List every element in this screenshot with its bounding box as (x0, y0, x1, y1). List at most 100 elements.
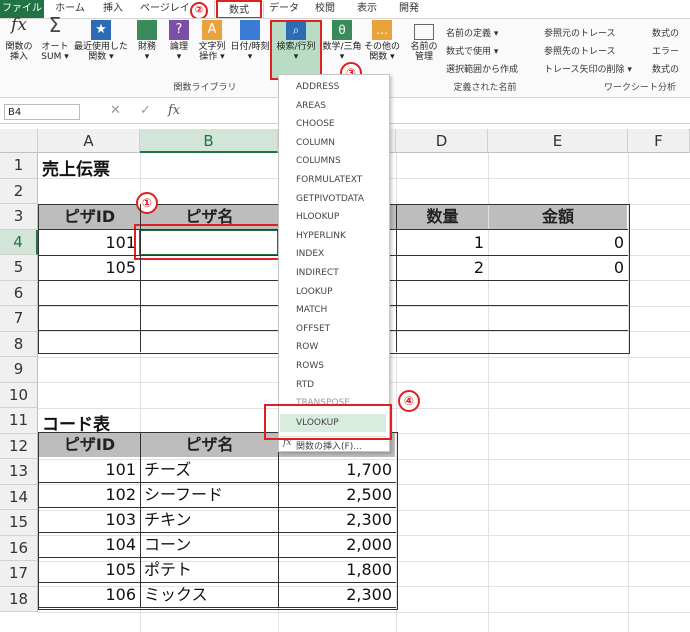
date-time-button[interactable]: 日付/時刻 ▾ (230, 20, 270, 62)
tab-developer[interactable]: 開発 (392, 0, 426, 18)
row-header[interactable]: 17 (0, 561, 38, 587)
column-header-b[interactable]: B (140, 129, 278, 153)
dropdown-insert-function[interactable]: 関数の挿入(F)... (296, 439, 362, 452)
code-id-cell[interactable]: 106 (40, 583, 140, 607)
row-header[interactable]: 15 (0, 510, 38, 536)
row-header[interactable]: 5 (0, 255, 38, 281)
dropdown-item[interactable]: HLOOKUP (296, 212, 339, 222)
dropdown-item[interactable]: INDEX (296, 249, 324, 259)
code-price-cell[interactable]: 2,300 (280, 583, 396, 607)
enter-icon[interactable]: ✓ (140, 103, 151, 118)
tab-review[interactable]: 校閲 (308, 0, 342, 18)
invoice-id-cell[interactable]: 101 (40, 231, 140, 255)
recently-used-button[interactable]: ★ 最近使用した 関数 ▾ (74, 20, 128, 62)
code-name-cell[interactable]: チーズ (144, 458, 278, 482)
recently-used-label-2: 関数 ▾ (88, 52, 114, 62)
invoice-qty-cell[interactable]: 2 (398, 256, 488, 280)
show-formulas-button[interactable]: 数式の (652, 26, 679, 39)
trace-dependents-button[interactable]: 参照先のトレース (544, 44, 616, 57)
math-trig-button[interactable]: θ 数学/三角 ▾ (322, 20, 362, 62)
cancel-icon[interactable]: ✕ (110, 103, 121, 118)
row-header[interactable]: 8 (0, 331, 38, 357)
more-functions-button[interactable]: … その他の 関数 ▾ (364, 20, 400, 62)
row-header[interactable]: 6 (0, 280, 38, 306)
column-header-d[interactable]: D (396, 129, 488, 153)
autosum-button[interactable]: Σ オート SUM ▾ (40, 15, 70, 62)
text-book-icon: A (202, 20, 222, 40)
code-id-cell[interactable]: 104 (40, 533, 140, 557)
dropdown-item[interactable]: MATCH (296, 305, 327, 315)
column-header-e[interactable]: E (488, 129, 628, 153)
row-header[interactable]: 12 (0, 433, 38, 459)
row-header[interactable]: 1 (0, 153, 38, 179)
error-checking-button[interactable]: エラー (652, 44, 679, 57)
row-header[interactable]: 2 (0, 178, 38, 204)
dropdown-item[interactable]: COLUMNS (296, 156, 341, 166)
code-price-cell[interactable]: 2,500 (280, 483, 396, 507)
code-name-cell[interactable]: ミックス (144, 583, 278, 607)
insert-function-fx-icon[interactable]: fx (168, 103, 180, 118)
row-header[interactable]: 7 (0, 306, 38, 332)
tab-view[interactable]: 表示 (350, 0, 384, 18)
dropdown-item[interactable]: FORMULATEXT (296, 175, 362, 185)
logical-button[interactable]: ? 論理 ▾ (166, 20, 192, 62)
column-header-a[interactable]: A (38, 129, 140, 153)
row-header[interactable]: 11 (0, 408, 38, 434)
invoice-amount-cell[interactable]: 0 (490, 256, 628, 280)
code-price-cell[interactable]: 1,800 (280, 558, 396, 582)
code-name-cell[interactable]: シーフード (144, 483, 278, 507)
name-manager-button[interactable]: 名前の 管理 (408, 20, 440, 62)
column-header-f[interactable]: F (628, 129, 690, 153)
name-box[interactable]: B4 (4, 104, 80, 120)
define-name-button[interactable]: 名前の定義 ▾ (446, 26, 498, 39)
code-name-cell[interactable]: ポテト (144, 558, 278, 582)
dropdown-item[interactable]: ADDRESS (296, 82, 339, 92)
financial-button[interactable]: 財務 ▾ (134, 20, 160, 62)
invoice-qty-cell[interactable]: 1 (398, 231, 488, 255)
code-id-cell[interactable]: 101 (40, 458, 140, 482)
code-id-cell[interactable]: 103 (40, 508, 140, 532)
evaluate-formula-button[interactable]: 数式の (652, 62, 679, 75)
row-header[interactable]: 4 (0, 229, 38, 255)
dropdown-item[interactable]: OFFSET (296, 324, 330, 334)
dropdown-item[interactable]: LOOKUP (296, 287, 333, 297)
code-id-cell[interactable]: 105 (40, 558, 140, 582)
dropdown-item[interactable]: CHOOSE (296, 119, 335, 129)
insert-function-button[interactable]: fx 関数の 挿入 (2, 17, 36, 63)
row-header[interactable]: 10 (0, 382, 38, 408)
row-header[interactable]: 16 (0, 535, 38, 561)
text-button[interactable]: A 文字列 操作 ▾ (196, 20, 228, 62)
code-id-cell[interactable]: 102 (40, 483, 140, 507)
remove-arrows-button[interactable]: トレース矢印の削除 ▾ (544, 62, 632, 75)
row-header[interactable]: 14 (0, 484, 38, 510)
formula-input[interactable] (192, 104, 682, 120)
row-header[interactable]: 13 (0, 459, 38, 485)
invoice-amount-cell[interactable]: 0 (490, 231, 628, 255)
code-name-cell[interactable]: コーン (144, 533, 278, 557)
dropdown-item[interactable]: AREAS (296, 101, 326, 111)
dropdown-item[interactable]: INDIRECT (296, 268, 339, 278)
code-price-cell[interactable]: 2,000 (280, 533, 396, 557)
trace-precedents-button[interactable]: 参照元のトレース (544, 26, 616, 39)
use-in-formula-button[interactable]: 数式で使用 ▾ (446, 44, 498, 57)
invoice-header-qty: 数量 (397, 205, 488, 229)
dropdown-item[interactable]: GETPIVOTDATA (296, 194, 364, 204)
row-header[interactable]: 18 (0, 586, 38, 612)
logical-label: 論理 (169, 42, 188, 52)
code-price-cell[interactable]: 1,700 (280, 458, 396, 482)
dropdown-item[interactable]: RTD (296, 380, 314, 390)
dropdown-item[interactable]: COLUMN (296, 138, 335, 148)
tab-page-layout[interactable]: ページレイ (140, 0, 190, 18)
tab-insert[interactable]: 挿入 (96, 0, 130, 18)
row-header[interactable]: 9 (0, 357, 38, 383)
tab-data[interactable]: データ (266, 0, 302, 18)
dropdown-item[interactable]: HYPERLINK (296, 231, 346, 241)
select-all-corner[interactable] (0, 129, 38, 153)
dropdown-item[interactable]: ROWS (296, 361, 324, 371)
create-from-selection-button[interactable]: 選択範囲から作成 (446, 62, 518, 75)
row-header[interactable]: 3 (0, 204, 38, 230)
code-name-cell[interactable]: チキン (144, 508, 278, 532)
code-price-cell[interactable]: 2,300 (280, 508, 396, 532)
dropdown-item[interactable]: ROW (296, 342, 318, 352)
invoice-id-cell[interactable]: 105 (40, 256, 140, 280)
